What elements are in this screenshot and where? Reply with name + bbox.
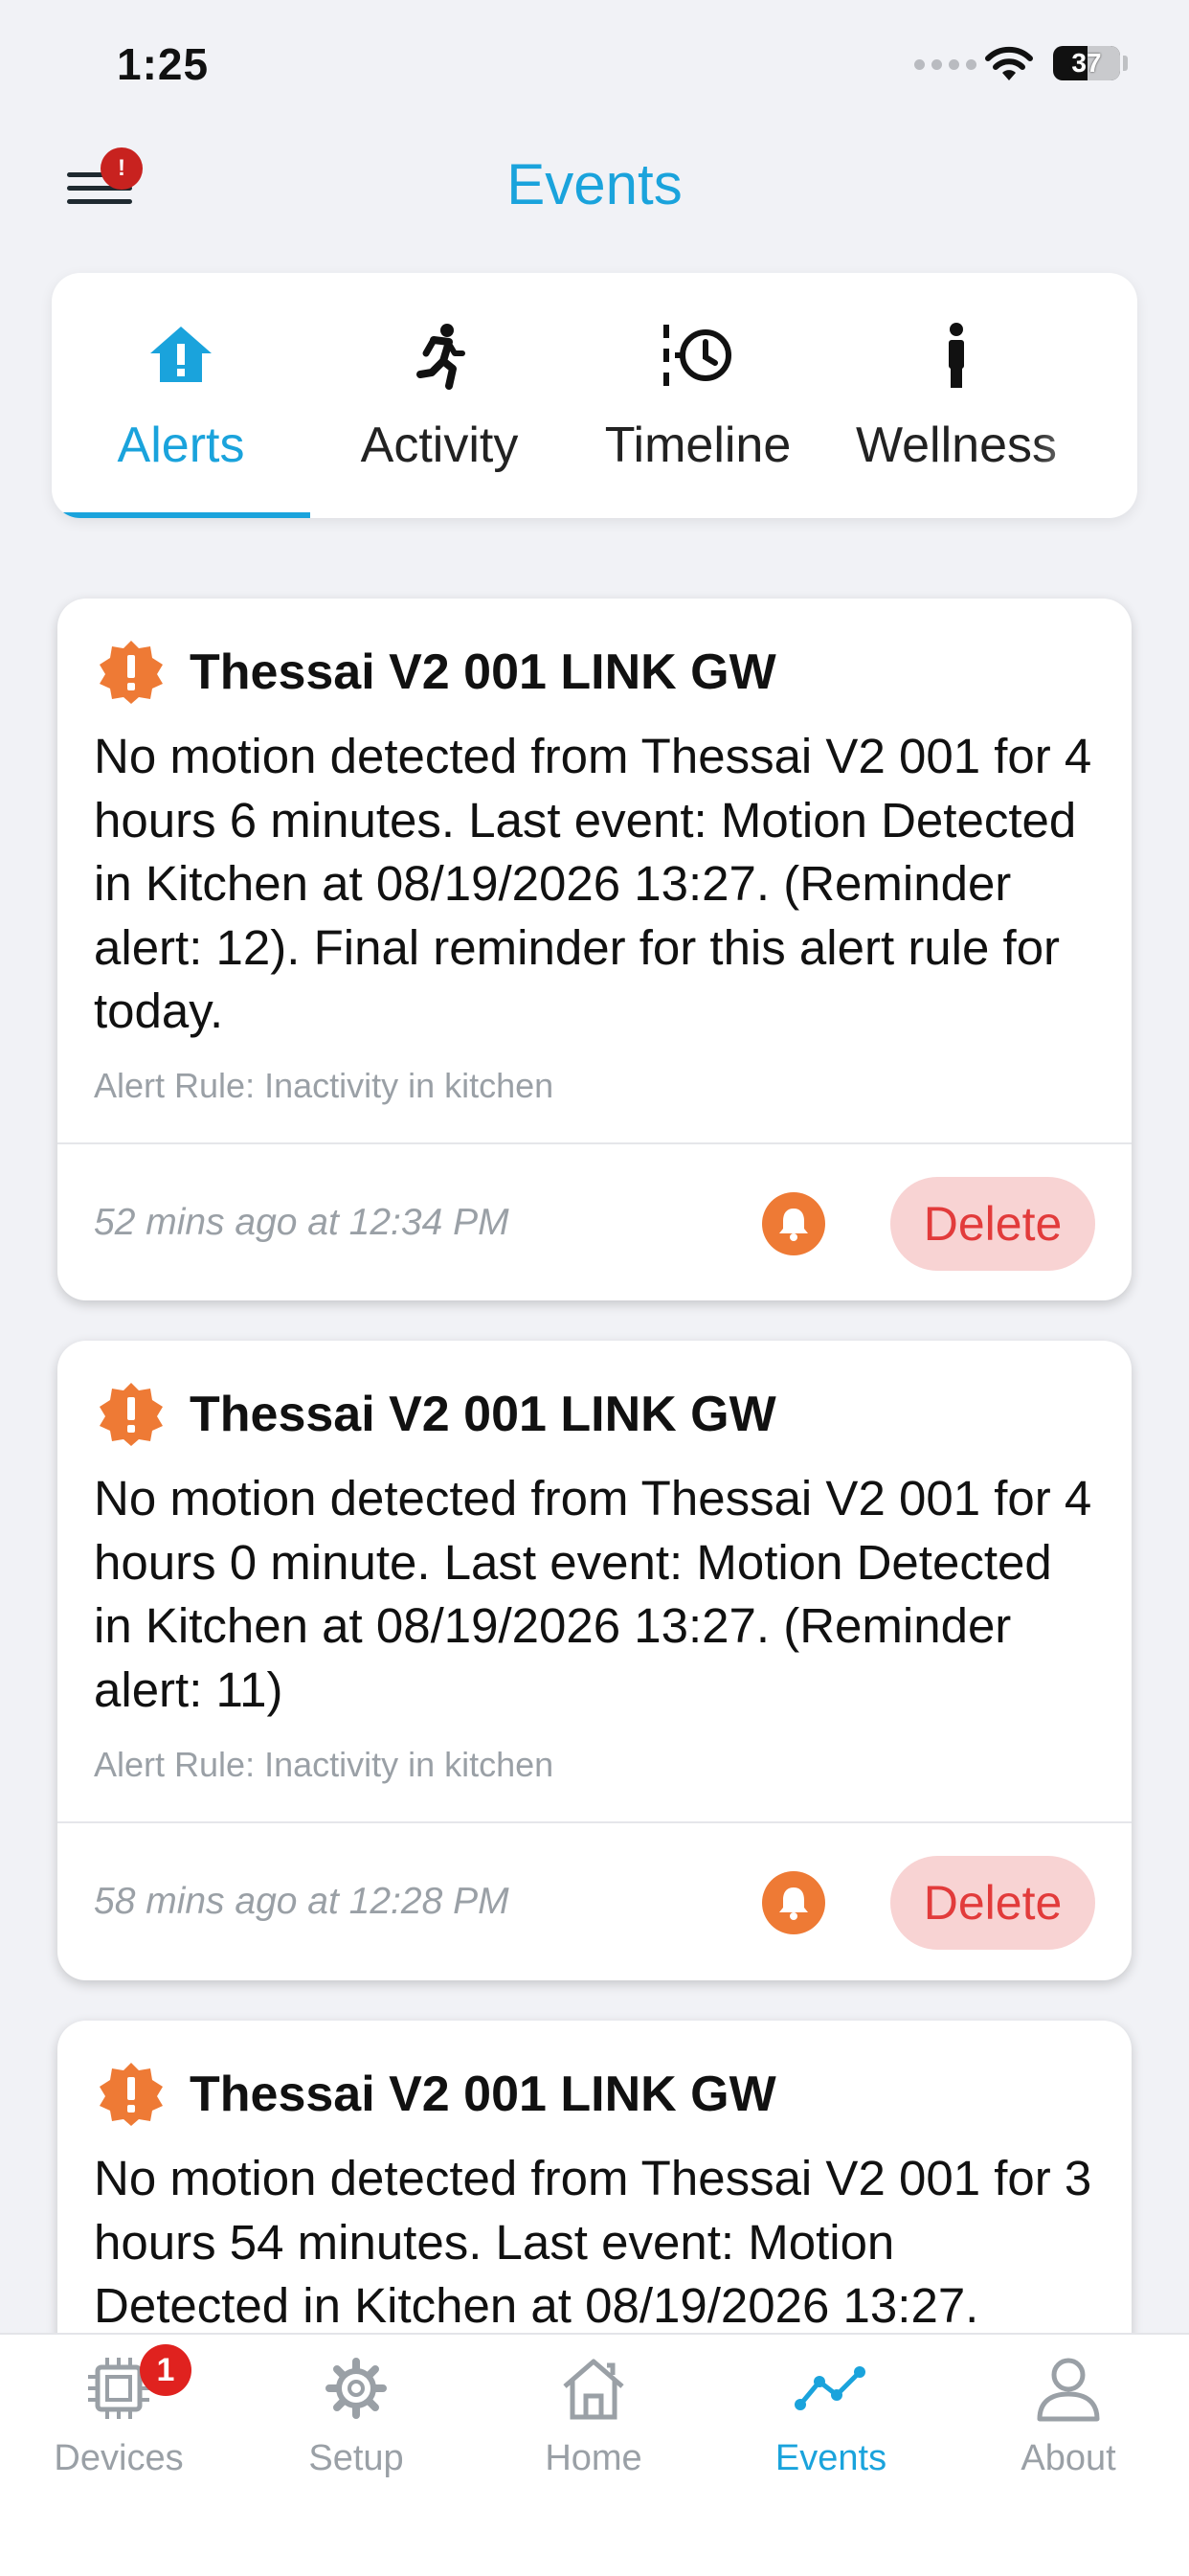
alert-rule: Alert Rule: Inactivity in kitchen [94,1066,554,1105]
tab-activity[interactable]: Activity [310,273,569,518]
alert-rule: Alert Rule: Inactivity in kitchen [94,1745,554,1784]
battery-level: 37 [1071,48,1102,78]
alert-message: No motion detected from Thessai V2 001 f… [94,2151,1092,2333]
alert-badge-icon [100,1383,163,1446]
alert-footer: 52 mins ago at 12:34 PM Delete [57,1144,1132,1300]
alert-header: Thessai V2 001 LINK GW [98,1381,776,1448]
alert-header: Thessai V2 001 LINK GW [98,2061,776,2128]
user-icon [950,2350,1187,2427]
alert-timestamp: 58 mins ago at 12:28 PM [94,1881,509,1922]
alert-timestamp: 52 mins ago at 12:34 PM [94,1202,509,1243]
alert-message: No motion detected from Thessai V2 001 f… [94,1471,1092,1717]
tab-activity-label: Activity [360,418,519,473]
tab-scroll-fade [1032,407,1137,484]
timeline-clock-icon [569,321,827,390]
nav-devices[interactable]: 1 Devices [0,2335,237,2507]
home-alert-icon [52,321,310,390]
line-chart-icon [712,2350,950,2427]
tab-timeline[interactable]: Timeline [569,273,827,518]
alert-badge-icon [100,2063,163,2126]
nav-about-label: About [1021,2438,1116,2478]
person-icon [827,321,1086,390]
chip-icon [0,2350,237,2427]
alert-message: No motion detected from Thessai V2 001 f… [94,729,1092,1038]
nav-about[interactable]: About [950,2335,1187,2507]
alert-card[interactable]: Thessai V2 001 LINK GW No motion detecte… [57,1341,1132,1980]
delete-button[interactable]: Delete [890,1856,1095,1950]
active-tab-indicator [52,512,310,518]
alert-card[interactable]: Thessai V2 001 LINK GW No motion detecte… [57,599,1132,1300]
running-person-icon [310,321,569,390]
nav-home[interactable]: Home [475,2335,712,2507]
tab-alerts[interactable]: Alerts [52,273,310,518]
nav-home-label: Home [545,2438,642,2478]
battery-icon: 37 [1053,46,1120,80]
event-tabs: Alerts Activity Timeline Wellness [52,273,1137,518]
nav-events[interactable]: Events [712,2335,950,2507]
wifi-icon [985,46,1033,80]
status-bar: 1:25 37 [0,0,1189,124]
cellular-signal-icon [914,59,976,70]
bell-icon[interactable] [762,1871,825,1934]
devices-badge: 1 [140,2344,191,2396]
tab-alerts-label: Alerts [117,418,245,473]
alert-title: Thessai V2 001 LINK GW [190,644,776,700]
bottom-nav: 1 Devices Setup Home Events About [0,2333,1189,2576]
nav-events-label: Events [774,2438,887,2478]
house-icon [475,2350,712,2427]
alert-footer: 58 mins ago at 12:28 PM Delete [57,1823,1132,1980]
alert-badge-icon [100,641,163,704]
nav-setup[interactable]: Setup [237,2335,475,2507]
gear-icon [237,2350,475,2427]
alert-header: Thessai V2 001 LINK GW [98,639,776,706]
alert-title: Thessai V2 001 LINK GW [190,2067,776,2122]
alert-title: Thessai V2 001 LINK GW [190,1387,776,1442]
status-time: 1:25 [117,39,210,89]
battery-tip [1123,56,1128,71]
page-title: Events [506,152,683,216]
nav-setup-label: Setup [308,2438,404,2478]
bell-icon[interactable] [762,1192,825,1255]
nav-devices-label: Devices [54,2438,184,2478]
delete-button[interactable]: Delete [890,1177,1095,1271]
tab-timeline-label: Timeline [604,418,792,473]
